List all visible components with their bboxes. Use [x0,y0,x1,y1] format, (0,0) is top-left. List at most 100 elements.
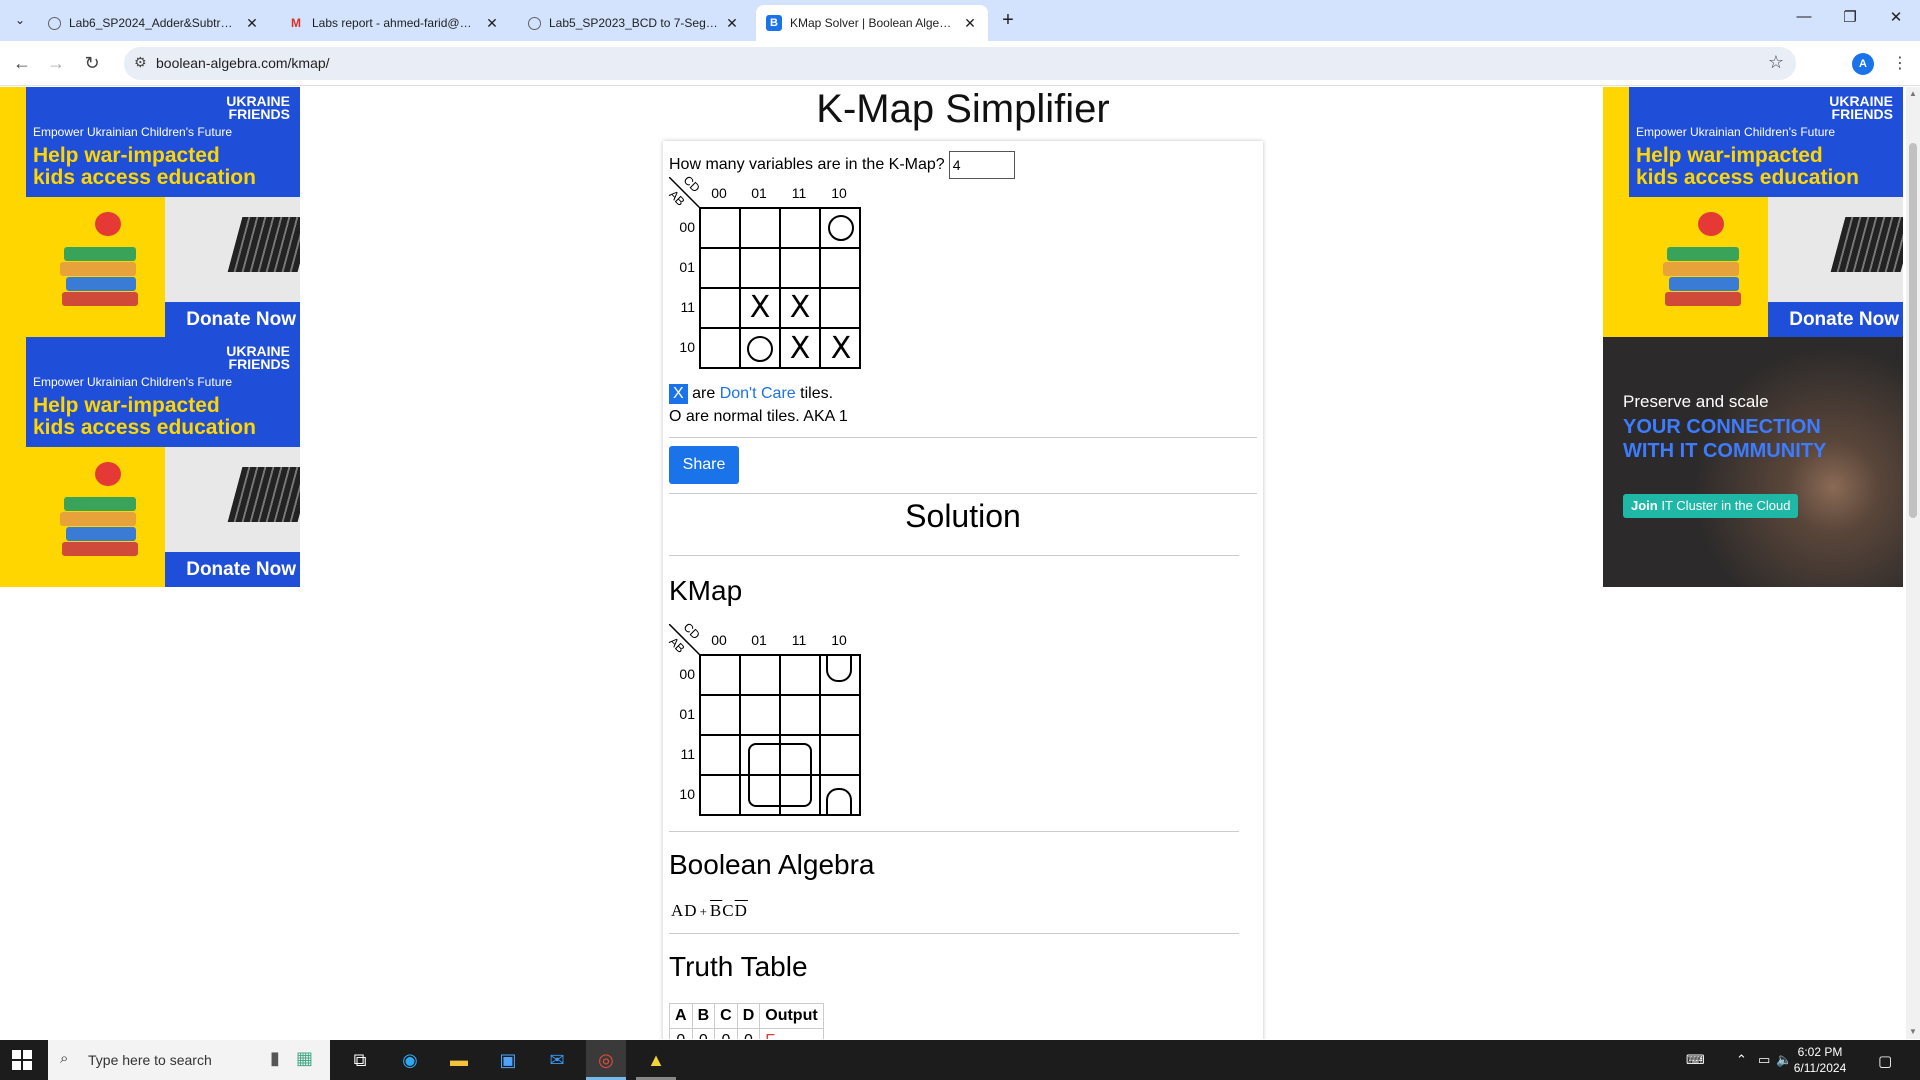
globe-icon [528,16,541,30]
kmap-cell[interactable]: X [781,329,821,369]
app-icon[interactable]: ▲ [644,1048,668,1072]
kmap-cell[interactable] [741,329,781,369]
column-header: B [691,1003,716,1029]
menu-kebab-icon[interactable]: ⋮ [1892,53,1908,73]
divider [669,555,1239,556]
join-it-cluster-button[interactable]: Join IT Cluster in the Cloud [1623,494,1799,518]
kmap-row-header: 10 [679,339,695,355]
scroll-down-icon[interactable]: ▼ [1909,1027,1917,1036]
donate-now-link[interactable]: Donate Now [186,309,296,331]
kmap-cell[interactable] [821,289,861,329]
mail-icon[interactable]: ✉ [545,1048,569,1072]
scroll-up-icon[interactable]: ▲ [1909,89,1917,98]
kmap-row-header: 10 [679,786,695,802]
windows-start-icon[interactable] [12,1050,32,1070]
kmap-cell [741,656,781,696]
close-icon[interactable]: ✕ [244,15,260,32]
ukraine-ad-top-right[interactable]: UKRAINE FRIENDS Empower Ukrainian Childre… [1603,87,1903,337]
table-header-row: A B C D Output [669,1003,824,1029]
kmap-cell[interactable] [701,329,741,369]
notifications-icon[interactable]: ▢ [1878,1052,1892,1070]
variables-input[interactable] [948,151,1015,179]
new-tab-icon[interactable]: + [995,8,1021,34]
bookmark-star-icon[interactable]: ☆ [1768,52,1784,73]
expr-term: B [709,901,723,920]
profile-avatar[interactable]: A [1852,53,1874,75]
network-icon[interactable]: ▭ [1758,1052,1770,1068]
kmap-cell[interactable] [781,209,821,249]
tab-title: KMap Solver | Boolean Algebra [790,16,956,30]
kmap-cell[interactable] [701,249,741,289]
task-view-icon[interactable]: ⧉ [348,1048,372,1072]
search-highlight-icon: ▮ [270,1048,280,1068]
kmap-cell[interactable] [701,209,741,249]
page-scrollbar[interactable]: ▲ ▼ [1906,87,1920,1039]
kmap-cell [821,736,861,776]
kmap-row-header: 01 [679,259,695,275]
reload-icon[interactable]: ↻ [80,51,104,75]
chrome-icon[interactable]: ◎ [594,1048,618,1072]
minimize-icon[interactable]: — [1789,8,1819,25]
group-bcd-bottom [826,788,852,816]
back-arrow-icon[interactable]: ← [10,51,34,75]
dont-care-link[interactable]: Don't Care [720,385,796,402]
table-cell: 0 [691,1028,716,1039]
kmap-cell[interactable]: X [741,289,781,329]
tab-lab6[interactable]: Lab6_SP2024_Adder&Subtractor ✕ [38,5,270,41]
kmap-col-header: 01 [751,632,767,648]
apple-image [1698,212,1724,236]
edge-icon[interactable]: ◉ [398,1048,422,1072]
kmap-heading: KMap [669,575,743,606]
column-header: Output [759,1003,824,1029]
kmap-cell[interactable] [701,289,741,329]
kmap-grid: XXXX [699,207,861,369]
column-header: A [669,1003,693,1029]
kmap-cell[interactable]: X [781,289,821,329]
address-bar[interactable]: ⚙ boolean-algebra.com/kmap/ ☆ [124,47,1796,80]
ukraine-ad-top-left[interactable]: UKRAINE FRIENDS Empower Ukrainian Childre… [0,87,300,337]
dont-care-mark: X [789,331,811,366]
windows-taskbar: ⌕ Type here to search ▮ ▦ ⧉ ◉ ▬ ▣ ✉ ◎ ▲ … [0,1040,1920,1080]
ad-subtitle: Empower Ukrainian Children's Future [33,125,233,139]
tab-strip: ⌄ Lab6_SP2024_Adder&Subtractor ✕ M Labs … [0,0,1920,41]
truth-table-heading: Truth Table [669,951,808,982]
share-button[interactable]: Share [669,446,739,484]
close-icon[interactable]: ✕ [724,15,740,32]
close-icon[interactable]: ✕ [484,15,500,32]
books-image [1665,292,1741,306]
tray-chevron-up-icon[interactable]: ⌃ [1736,1052,1747,1068]
system-clock[interactable]: 6:02 PM 6/11/2024 [1790,1044,1850,1076]
gmail-icon: M [291,16,301,30]
store-icon[interactable]: ▣ [496,1048,520,1072]
tab-search-chevron-icon[interactable]: ⌄ [8,8,32,32]
kmap-cell [781,696,821,736]
kmap-cell[interactable]: X [821,329,861,369]
scrollbar-thumb[interactable] [1909,143,1917,518]
kmap-cell[interactable] [781,249,821,289]
file-explorer-icon[interactable]: ▬ [447,1048,471,1072]
kmap-cell[interactable] [821,249,861,289]
dont-care-mark: X [830,331,852,366]
boolean-expression: AD + BCD [671,901,748,921]
restore-icon[interactable]: ❐ [1835,8,1865,26]
tab-kmap-solver[interactable]: B KMap Solver | Boolean Algebra ✕ [756,5,988,41]
close-icon[interactable]: ✕ [962,15,978,32]
kmap-cell[interactable] [821,209,861,249]
tab-gmail[interactable]: M Labs report - ahmed-farid@aucegypt.edu… [278,5,510,41]
tab-lab5[interactable]: Lab5_SP2023_BCD to 7-Segment ✕ [518,5,750,41]
url-text[interactable]: boolean-algebra.com/kmap/ [156,55,330,71]
kmap-col-header: 11 [791,632,807,648]
ad-headline: Help war-impacted kids access education [33,144,256,189]
window-close-icon[interactable]: ✕ [1881,8,1911,26]
forward-arrow-icon[interactable]: → [44,51,68,75]
x-mark-sample: X [669,384,688,404]
donate-now-link[interactable]: Donate Now [1789,309,1899,331]
ukraine-ad-bottom-left[interactable]: UKRAINE FRIENDS Empower Ukrainian Childre… [0,337,300,587]
kmap-cell[interactable] [741,249,781,289]
it-cluster-ad[interactable]: Preserve and scale YOUR CONNECTION WITH I… [1603,337,1903,587]
taskbar-search[interactable]: ⌕ Type here to search ▮ ▦ [48,1040,330,1080]
keyboard-icon[interactable]: ⌨ [1686,1052,1705,1068]
kmap-cell[interactable] [741,209,781,249]
site-info-icon[interactable]: ⚙ [134,54,147,71]
donate-now-link[interactable]: Donate Now [186,559,296,581]
